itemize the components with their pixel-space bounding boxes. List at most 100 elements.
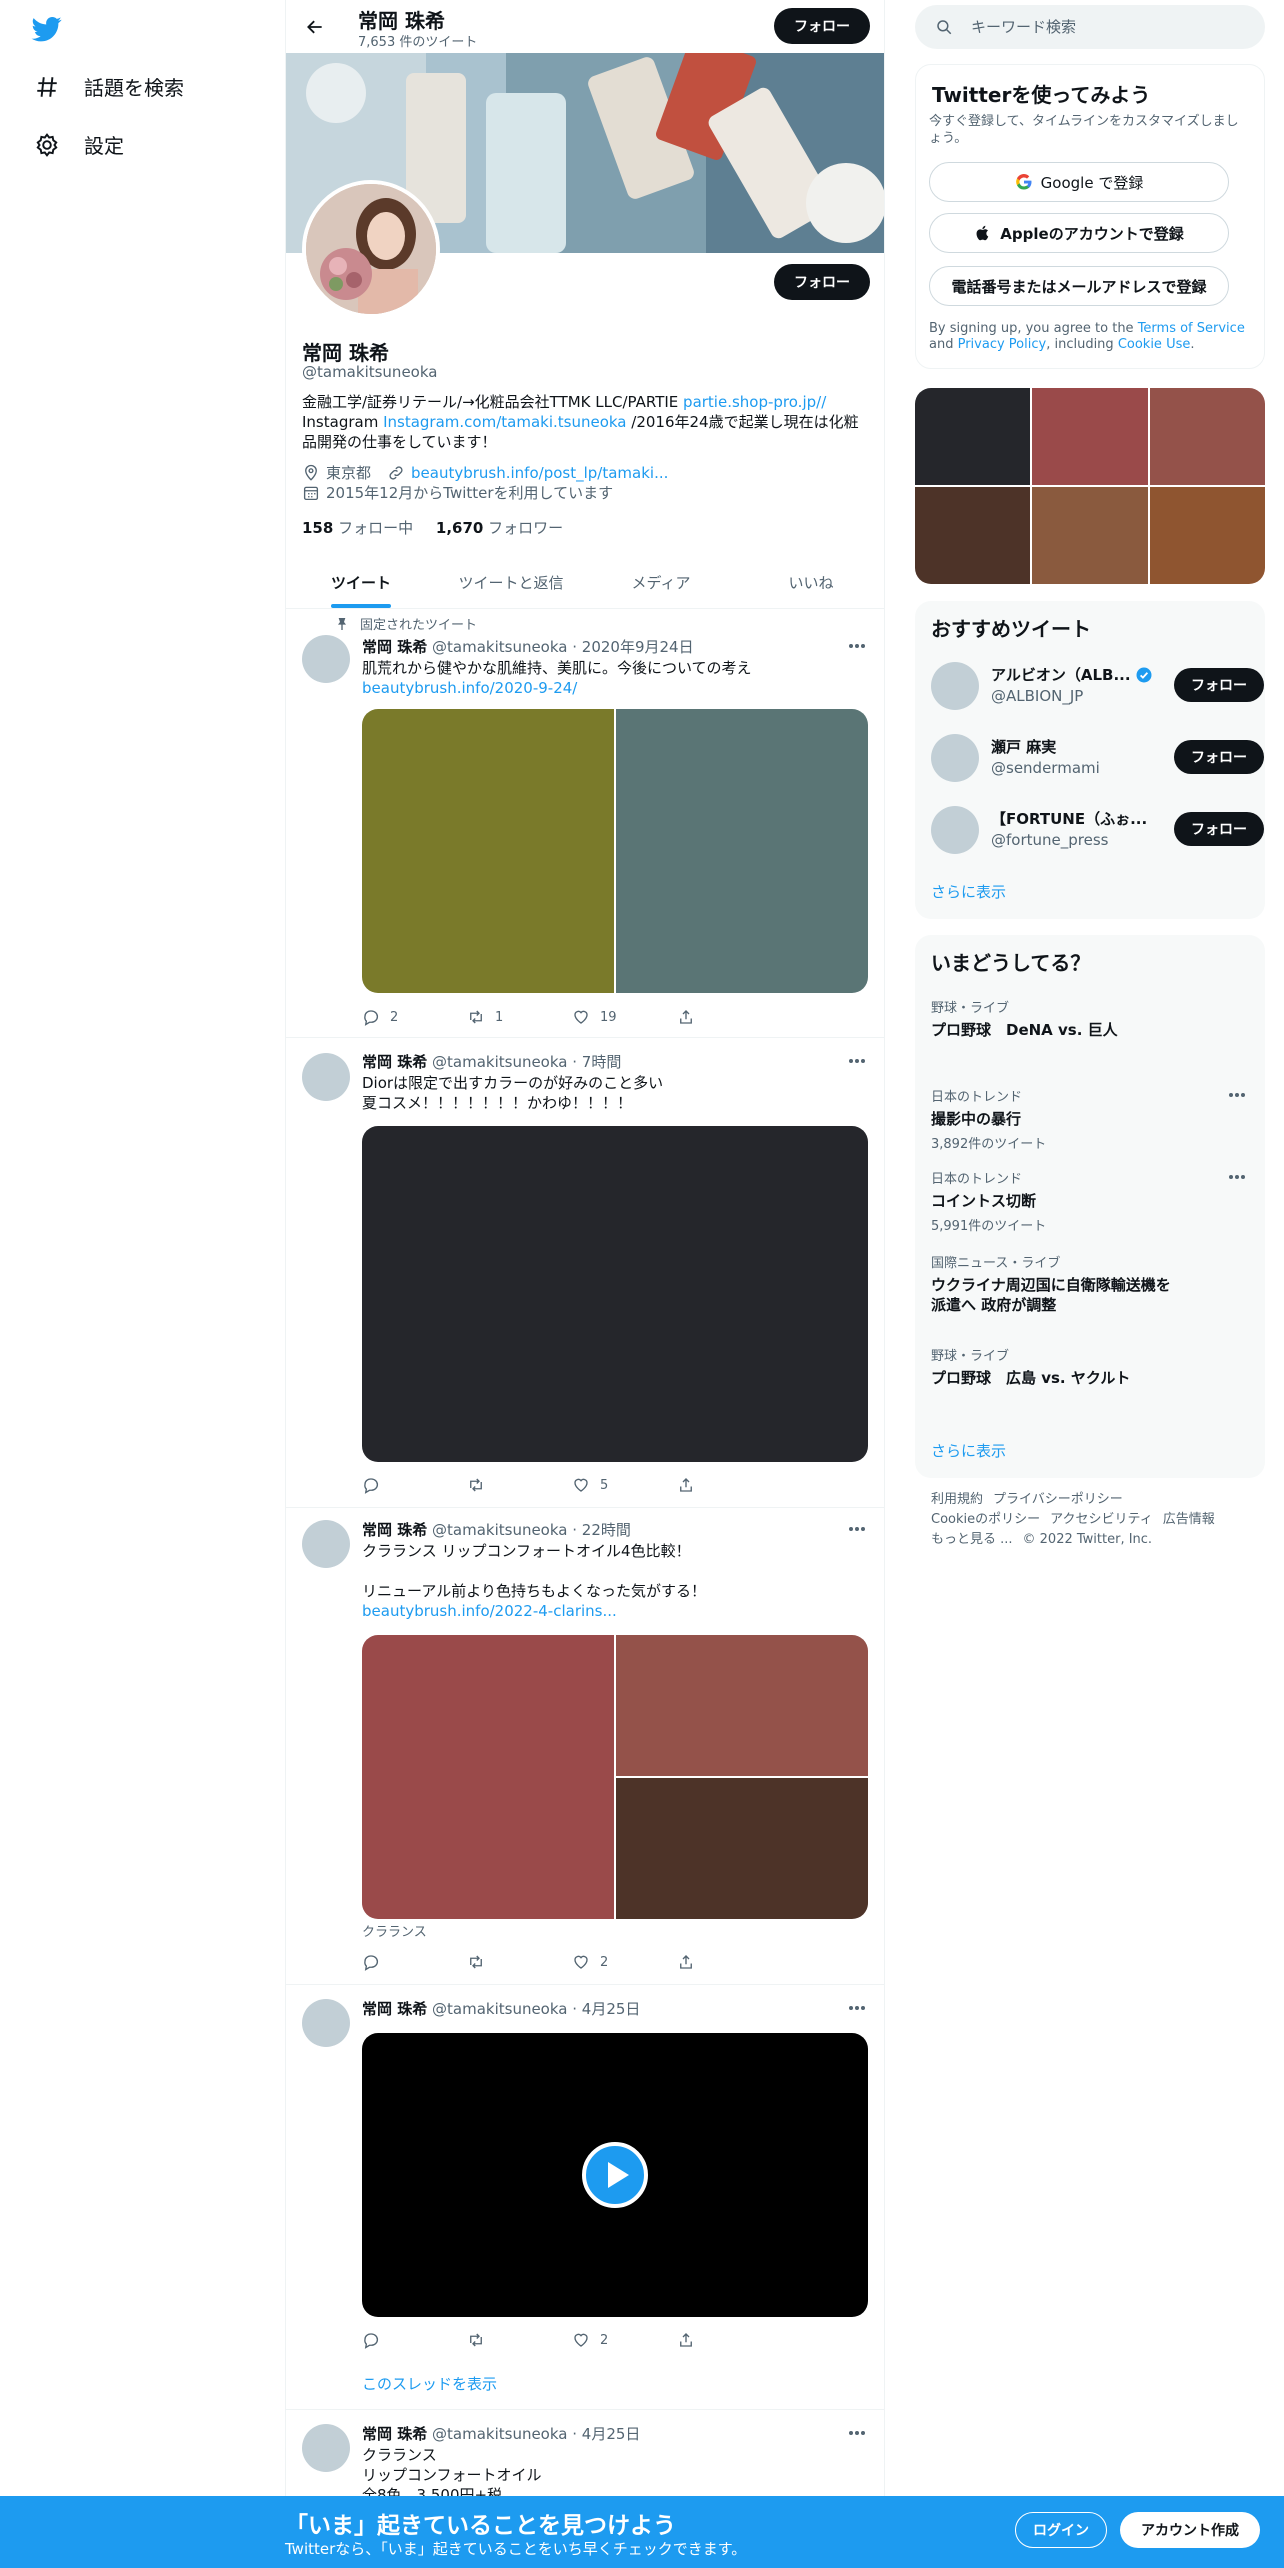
like-button[interactable]: 5 — [572, 1476, 677, 1494]
tweet-timestamp[interactable]: 7時間 — [582, 1053, 622, 1071]
tab-tweets[interactable]: ツイート — [286, 556, 436, 608]
avatar[interactable] — [302, 635, 350, 683]
trend-item[interactable]: 野球・ライブ プロ野球 広島 vs. ヤクルト — [931, 1345, 1249, 1388]
tab-tweets-replies[interactable]: ツイートと返信 — [436, 556, 586, 608]
footer-accessibility-link[interactable]: アクセシビリティ — [1050, 1512, 1153, 1527]
bio-instagram-link[interactable]: Instagram.com/tamaki.tsuneoka — [383, 413, 626, 431]
share-button[interactable] — [677, 1476, 782, 1494]
reply-button[interactable] — [362, 1953, 467, 1971]
avatar[interactable] — [931, 662, 979, 710]
tweet-link[interactable]: beautybrush.info/2020-9-24/ — [362, 678, 872, 698]
follow-button[interactable]: フォロー — [1174, 812, 1264, 846]
footer-cookie-link[interactable]: Cookieのポリシー — [931, 1512, 1040, 1527]
back-arrow-icon[interactable] — [300, 12, 330, 42]
recommended-account[interactable]: アルビオン（ALB... @ALBION_JP フォロー — [931, 659, 1264, 713]
follow-button[interactable]: フォロー — [1174, 740, 1264, 774]
login-button[interactable]: ログイン — [1015, 2512, 1107, 2548]
like-button[interactable]: 19 — [572, 1008, 677, 1026]
search-box[interactable] — [915, 5, 1265, 49]
followers-link[interactable]: 1,670 フォロワー — [436, 519, 563, 537]
grid-photo[interactable] — [915, 388, 1031, 485]
grid-photo[interactable] — [1032, 388, 1148, 485]
tweet-author-handle[interactable]: @tamakitsuneoka — [432, 2000, 567, 2018]
footer-ads-link[interactable]: 広告情報 — [1163, 1512, 1215, 1527]
more-options-icon[interactable] — [842, 2423, 872, 2443]
twitter-bird-icon[interactable] — [30, 14, 66, 44]
tweet-author-handle[interactable]: @tamakitsuneoka — [432, 2425, 567, 2443]
retweet-button[interactable]: 1 — [467, 1008, 572, 1026]
avatar[interactable] — [302, 1520, 350, 1568]
more-options-icon[interactable] — [1225, 1086, 1249, 1104]
avatar[interactable] — [302, 1999, 350, 2047]
recommended-show-more-link[interactable]: さらに表示 — [931, 881, 1006, 902]
tweet-media[interactable] — [362, 1635, 868, 1919]
share-button[interactable] — [677, 1953, 782, 1971]
terms-of-service-link[interactable]: Terms of Service — [1138, 321, 1245, 336]
trend-item[interactable]: 日本のトレンド コイントス切断 5,991件のツイート — [931, 1168, 1249, 1234]
tweet-author-name[interactable]: 常岡 珠希 — [362, 1521, 427, 1539]
footer-terms-link[interactable]: 利用規約 — [931, 1492, 983, 1507]
create-account-button[interactable]: アカウント作成 — [1120, 2512, 1260, 2548]
grid-photo[interactable] — [1032, 487, 1148, 584]
play-icon[interactable] — [581, 2141, 649, 2209]
phone-email-signup-button[interactable]: 電話番号またはメールアドレスで登録 — [929, 266, 1229, 306]
reply-button[interactable]: 2 — [362, 1008, 467, 1026]
retweet-button[interactable] — [467, 2331, 572, 2349]
reply-button[interactable] — [362, 1476, 467, 1494]
tweet-author-name[interactable]: 常岡 珠希 — [362, 2425, 427, 2443]
show-thread-link[interactable]: このスレッドを表示 — [362, 2374, 872, 2394]
share-button[interactable] — [677, 1008, 782, 1026]
more-options-icon[interactable] — [842, 1998, 872, 2018]
tweet[interactable]: 常岡 珠希 @tamakitsuneoka · 2020年9月24日 肌荒れから… — [286, 609, 884, 1038]
grid-photo[interactable] — [915, 487, 1031, 584]
tweet-author-name[interactable]: 常岡 珠希 — [362, 2000, 427, 2018]
apple-signup-button[interactable]: Appleのアカウントで登録 — [929, 213, 1229, 253]
google-signup-button[interactable]: Google で登録 — [929, 162, 1229, 202]
avatar[interactable] — [931, 734, 979, 782]
tweet[interactable]: 常岡 珠希 @tamakitsuneoka · 22時間 クラランス リップコン… — [286, 1509, 884, 1985]
tweet-author-handle[interactable]: @tamakitsuneoka — [432, 1053, 567, 1071]
like-button[interactable]: 2 — [572, 2331, 677, 2349]
like-button[interactable]: 2 — [572, 1953, 677, 1971]
tweet-photo[interactable] — [362, 709, 614, 993]
nav-settings[interactable]: 設定 — [34, 130, 124, 159]
tweet-media[interactable] — [362, 709, 868, 993]
avatar[interactable] — [931, 806, 979, 854]
trend-item[interactable]: 日本のトレンド 撮影中の暴行 3,892件のツイート — [931, 1086, 1249, 1152]
more-options-icon[interactable] — [842, 1519, 872, 1539]
more-options-icon[interactable] — [1225, 1168, 1249, 1186]
footer-more-link[interactable]: もっと見る ... — [931, 1532, 1013, 1547]
profile-avatar[interactable] — [302, 180, 440, 318]
tab-media[interactable]: メディア — [586, 556, 736, 608]
tab-likes[interactable]: いいね — [736, 556, 884, 608]
more-options-icon[interactable] — [842, 1051, 872, 1071]
following-link[interactable]: 158 フォロー中 — [302, 519, 413, 537]
recommended-account[interactable]: 瀬戸 麻実 @sendermami フォロー — [931, 731, 1264, 785]
avatar[interactable] — [302, 1053, 350, 1101]
recommended-account[interactable]: 【FORTUNE（ふぉ... @fortune_press フォロー — [931, 803, 1264, 857]
grid-photo[interactable] — [1149, 487, 1265, 584]
bio-shop-link[interactable]: partie.shop-pro.jp// — [683, 393, 826, 411]
search-input[interactable] — [971, 18, 1231, 36]
tweet-author-handle[interactable]: @tamakitsuneoka — [432, 1521, 567, 1539]
tweet-timestamp[interactable]: 22時間 — [582, 1521, 631, 1539]
tweet-timestamp[interactable]: 4月25日 — [582, 2425, 641, 2443]
trend-item[interactable]: 国際ニュース・ライブ ウクライナ周辺国に自衛隊輸送機を派遣へ 政府が調整 — [931, 1252, 1171, 1315]
tweet-author-name[interactable]: 常岡 珠希 — [362, 638, 427, 656]
tweet-timestamp[interactable]: 2020年9月24日 — [582, 638, 694, 656]
retweet-button[interactable] — [467, 1476, 572, 1494]
privacy-policy-link[interactable]: Privacy Policy — [958, 337, 1047, 352]
avatar[interactable] — [302, 2424, 350, 2472]
tweet[interactable]: 常岡 珠希 @tamakitsuneoka · 4月25日 2 このスレッドを表… — [286, 1986, 884, 2410]
tweet-author-name[interactable]: 常岡 珠希 — [362, 1053, 427, 1071]
footer-privacy-link[interactable]: プライバシーポリシー — [993, 1492, 1123, 1507]
tweet-photo[interactable] — [362, 1126, 868, 1462]
tweet-photo[interactable] — [616, 1778, 868, 1919]
tweet-author-handle[interactable]: @tamakitsuneoka — [432, 638, 567, 656]
cookie-use-link[interactable]: Cookie Use — [1118, 337, 1191, 352]
topbar-follow-button[interactable]: フォロー — [774, 8, 870, 44]
follow-button[interactable]: フォロー — [1174, 668, 1264, 702]
profile-website-link[interactable]: beautybrush.info/post_lp/tamaki... — [411, 463, 668, 483]
share-button[interactable] — [677, 2331, 782, 2349]
profile-follow-button[interactable]: フォロー — [774, 264, 870, 300]
